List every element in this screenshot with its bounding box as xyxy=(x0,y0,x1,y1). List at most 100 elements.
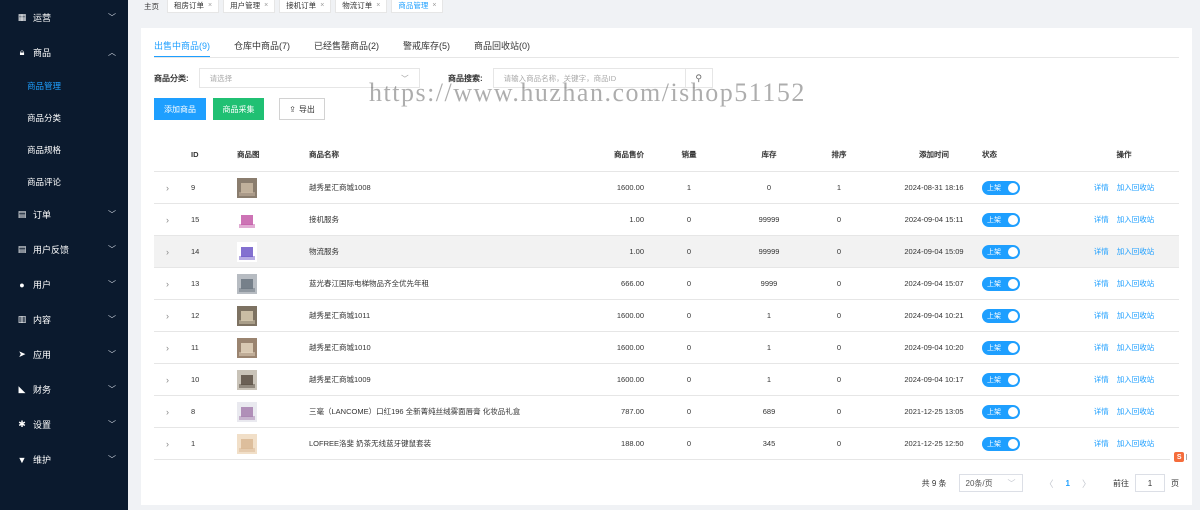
expand-icon[interactable]: › xyxy=(166,396,186,427)
product-thumbnail[interactable] xyxy=(237,428,277,459)
status-toggle[interactable]: 上架 xyxy=(982,244,1020,259)
export-button[interactable]: ⇪ 导出 xyxy=(279,98,325,120)
submenu-goods-manage[interactable]: 商品管理 xyxy=(0,70,128,102)
menu-maintenance[interactable]: ▼ 维护 ﹀ xyxy=(0,442,128,477)
menu-finance[interactable]: ◣ 财务 ﹀ xyxy=(0,372,128,407)
product-thumbnail[interactable] xyxy=(237,332,277,363)
category-select[interactable]: 请选择 ﹀ xyxy=(198,68,420,88)
expand-icon[interactable]: › xyxy=(166,428,186,459)
detail-link[interactable]: 详情 xyxy=(1094,182,1109,193)
header-time: 添加时间 xyxy=(919,150,949,159)
detail-link[interactable]: 详情 xyxy=(1094,342,1109,353)
menu-feedback[interactable]: ▤ 用户反馈 ﹀ xyxy=(0,232,128,267)
recycle-link[interactable]: 加入回收站 xyxy=(1117,406,1155,417)
table-row[interactable]: › 11 越秀星汇商城1010 1600.00 0 1 0 2024-09-04 10:20 上… xyxy=(154,332,1179,364)
detail-link[interactable]: 详情 xyxy=(1094,278,1109,289)
submenu-goods-category[interactable]: 商品分类 xyxy=(0,102,128,134)
detail-link[interactable]: 详情 xyxy=(1094,374,1109,385)
collect-goods-button[interactable]: 商品采集 xyxy=(213,98,264,120)
product-thumbnail[interactable] xyxy=(237,172,277,203)
status-toggle[interactable]: 上架 xyxy=(982,276,1020,291)
expand-icon[interactable]: › xyxy=(166,236,186,267)
status-toggle[interactable]: 上架 xyxy=(982,180,1020,195)
table-row[interactable]: › 1 LOFREE洛斐 奶茶无线蓝牙键鼠套装 188.00 0 345 0 2021-12-… xyxy=(154,428,1179,460)
menu-ops[interactable]: ▦ 运营 ﹀ xyxy=(0,0,128,35)
expand-icon[interactable]: › xyxy=(166,204,186,235)
status-toggle[interactable]: 上架 xyxy=(982,340,1020,355)
recycle-link[interactable]: 加入回收站 xyxy=(1117,310,1155,321)
menu-orders[interactable]: ▤ 订单 ﹀ xyxy=(0,197,128,232)
product-thumbnail[interactable] xyxy=(237,236,277,267)
table-row[interactable]: › 14 物流服务 1.00 0 99999 0 2024-09-04 15:09 上架 详情 加入… xyxy=(154,236,1179,268)
table-row[interactable]: › 10 越秀星汇商城1009 1600.00 0 1 0 2024-09-04 10:17 上… xyxy=(154,364,1179,396)
tab-home[interactable]: 主页 xyxy=(140,0,163,13)
tab-user-manage[interactable]: 用户管理 × xyxy=(223,0,276,13)
detail-link[interactable]: 详情 xyxy=(1094,246,1109,257)
tab-on-sale[interactable]: 出售中商品(9) xyxy=(154,38,210,58)
expand-icon[interactable]: › xyxy=(166,364,186,395)
expand-icon[interactable]: › xyxy=(166,332,186,363)
menu-label: 内容 xyxy=(33,315,52,325)
table-row[interactable]: › 13 蓝光春江国际电梯物品齐全优先年租 666.00 0 9999 0 2024-09-0… xyxy=(154,268,1179,300)
tab-goods-manage[interactable]: 商品管理 × xyxy=(391,0,444,13)
expand-icon[interactable]: › xyxy=(166,268,186,299)
recycle-link[interactable]: 加入回收站 xyxy=(1117,246,1155,257)
close-icon[interactable]: × xyxy=(432,0,436,12)
recycle-link[interactable]: 加入回收站 xyxy=(1117,438,1155,449)
menu-apps[interactable]: ➤ 应用 ﹀ xyxy=(0,337,128,372)
table-row[interactable]: › 8 三毫（LANCOME）口红196 全新菁纯丝绒雾面唇膏 化妆品礼盒 787.0… xyxy=(154,396,1179,428)
cell-time: 2024-09-04 10:20 xyxy=(904,343,964,352)
status-toggle[interactable]: 上架 xyxy=(982,436,1020,451)
product-thumbnail[interactable] xyxy=(237,204,277,235)
input-method-badge[interactable]: S ⁝ xyxy=(1170,449,1192,465)
add-goods-button[interactable]: 添加商品 xyxy=(154,98,206,120)
status-toggle[interactable]: 上架 xyxy=(982,404,1020,419)
cell-sort: 0 xyxy=(836,439,842,448)
status-toggle[interactable]: 上架 xyxy=(982,308,1020,323)
table-row[interactable]: › 15 接机服务 1.00 0 99999 0 2024-09-04 15:11 上架 详情 加入… xyxy=(154,204,1179,236)
product-thumbnail[interactable] xyxy=(237,364,277,395)
product-thumbnail[interactable] xyxy=(237,300,277,331)
next-page-icon[interactable]: 〉 xyxy=(1082,477,1091,490)
recycle-link[interactable]: 加入回收站 xyxy=(1117,182,1155,193)
close-icon[interactable]: × xyxy=(208,0,212,12)
page-size-select[interactable]: 20条/页 ﹀ xyxy=(958,474,1023,492)
submenu-goods-comment[interactable]: 商品评论 xyxy=(0,166,128,198)
search-button[interactable]: ⚲ xyxy=(684,68,713,88)
status-toggle[interactable]: 上架 xyxy=(982,212,1020,227)
tab-pickup-orders[interactable]: 接机订单 × xyxy=(279,0,332,13)
menu-settings[interactable]: ✱ 设置 ﹀ xyxy=(0,407,128,442)
recycle-link[interactable]: 加入回收站 xyxy=(1117,214,1155,225)
close-icon[interactable]: × xyxy=(376,0,380,12)
tab-rental-orders[interactable]: 租房订单 × xyxy=(167,0,220,13)
menu-goods[interactable]: 🔒︎ 商品 ︿ xyxy=(0,35,128,70)
search-input[interactable]: 请输入商品名称，关键字，商品ID xyxy=(492,68,685,88)
product-thumbnail[interactable] xyxy=(237,268,277,299)
recycle-link[interactable]: 加入回收站 xyxy=(1117,278,1155,289)
table-row[interactable]: › 9 越秀星汇商城1008 1600.00 1 0 1 2024-08-31 18:16 上架… xyxy=(154,172,1179,204)
close-icon[interactable]: × xyxy=(264,0,268,12)
tab-in-warehouse[interactable]: 仓库中商品(7) xyxy=(234,38,290,58)
page-number[interactable]: 1 xyxy=(1066,479,1070,488)
detail-link[interactable]: 详情 xyxy=(1094,406,1109,417)
tab-recycle-bin[interactable]: 商品回收站(0) xyxy=(474,38,530,58)
product-thumbnail[interactable] xyxy=(237,396,277,427)
menu-content[interactable]: ▥ 内容 ﹀ xyxy=(0,302,128,337)
tab-stock-alert[interactable]: 警戒库存(5) xyxy=(403,38,450,58)
submenu-goods-spec[interactable]: 商品规格 xyxy=(0,134,128,166)
close-icon[interactable]: × xyxy=(320,0,324,12)
status-toggle[interactable]: 上架 xyxy=(982,372,1020,387)
recycle-link[interactable]: 加入回收站 xyxy=(1117,374,1155,385)
prev-page-icon[interactable]: 〈 xyxy=(1045,477,1054,490)
menu-users[interactable]: ● 用户 ﹀ xyxy=(0,267,128,302)
table-row[interactable]: › 12 越秀星汇商城1011 1600.00 0 1 0 2024-09-04 10:21 上… xyxy=(154,300,1179,332)
goto-input[interactable]: 1 xyxy=(1135,474,1165,492)
recycle-link[interactable]: 加入回收站 xyxy=(1117,342,1155,353)
detail-link[interactable]: 详情 xyxy=(1094,438,1109,449)
tab-sold-out[interactable]: 已经售罄商品(2) xyxy=(314,38,379,58)
expand-icon[interactable]: › xyxy=(166,300,186,331)
expand-icon[interactable]: › xyxy=(166,172,186,203)
detail-link[interactable]: 详情 xyxy=(1094,214,1109,225)
tab-logistics-orders[interactable]: 物流订单 × xyxy=(335,0,388,13)
detail-link[interactable]: 详情 xyxy=(1094,310,1109,321)
